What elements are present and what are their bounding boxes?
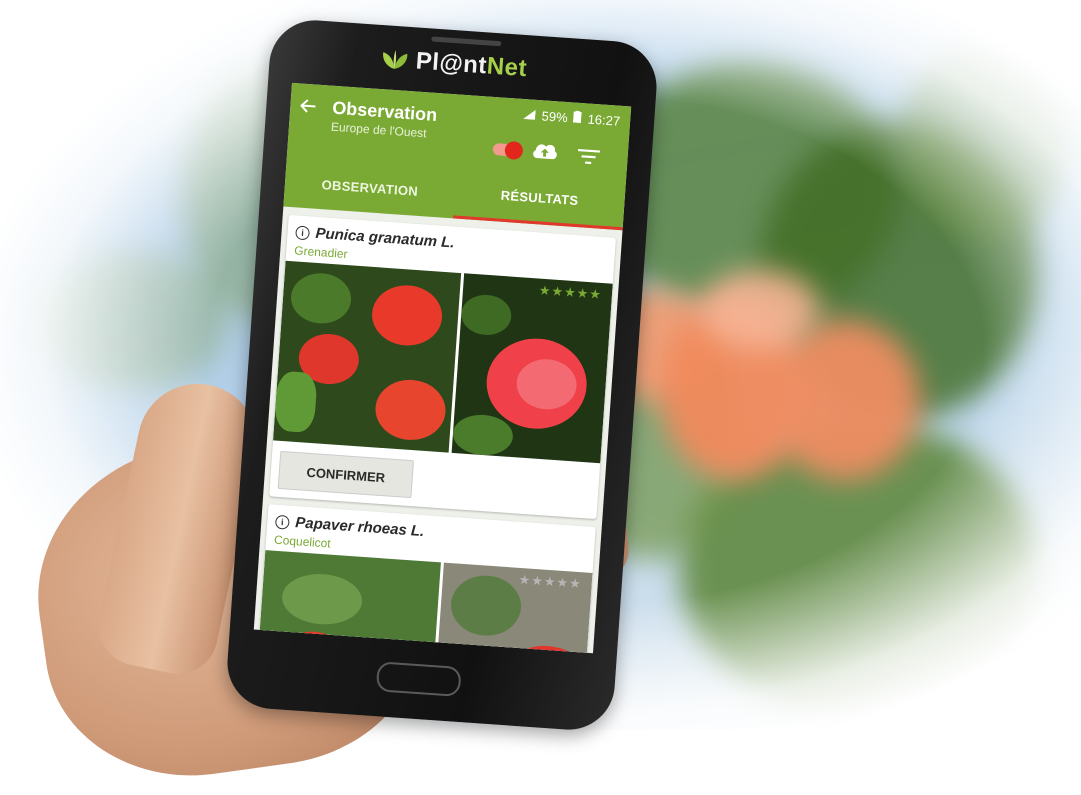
toggle-knob [504,140,524,161]
cloud-upload-icon[interactable] [531,140,558,162]
battery-level: 59% [541,108,569,126]
filter-icon[interactable] [577,147,601,166]
clock: 16:27 [587,111,621,129]
signal-icon [523,107,537,123]
result-photo[interactable] [273,260,462,453]
brand-name: Pl@ntNet [414,47,528,83]
common-name: Grenadier [293,243,349,262]
toggle-switch[interactable] [492,140,524,161]
battery-icon [573,110,583,127]
smartphone: Pl@ntNet 59% 16:27 Observation Europe de… [224,17,660,733]
back-arrow-icon[interactable] [300,95,318,119]
app-bar: 59% 16:27 Observation Europe de l'Ouest [283,82,632,231]
home-button[interactable] [375,661,462,698]
result-card[interactable]: i Punica granatum L. Grenadier ★★★★★ CON… [269,214,616,520]
leaf-logo-icon [383,49,408,69]
info-icon[interactable]: i [274,514,290,530]
confirm-button[interactable]: CONFIRMER [277,450,414,499]
common-name: Coquelicot [273,532,332,551]
info-icon[interactable]: i [295,224,311,240]
result-card[interactable]: i Papaver rhoeas L. Coquelicot ★★★★★ [258,504,596,654]
tab-resultats[interactable]: RÉSULTATS [452,168,627,231]
phone-screen: 59% 16:27 Observation Europe de l'Ouest [253,82,632,654]
status-bar: 59% 16:27 [523,107,621,129]
tab-observation[interactable]: OBSERVATION [283,157,456,219]
